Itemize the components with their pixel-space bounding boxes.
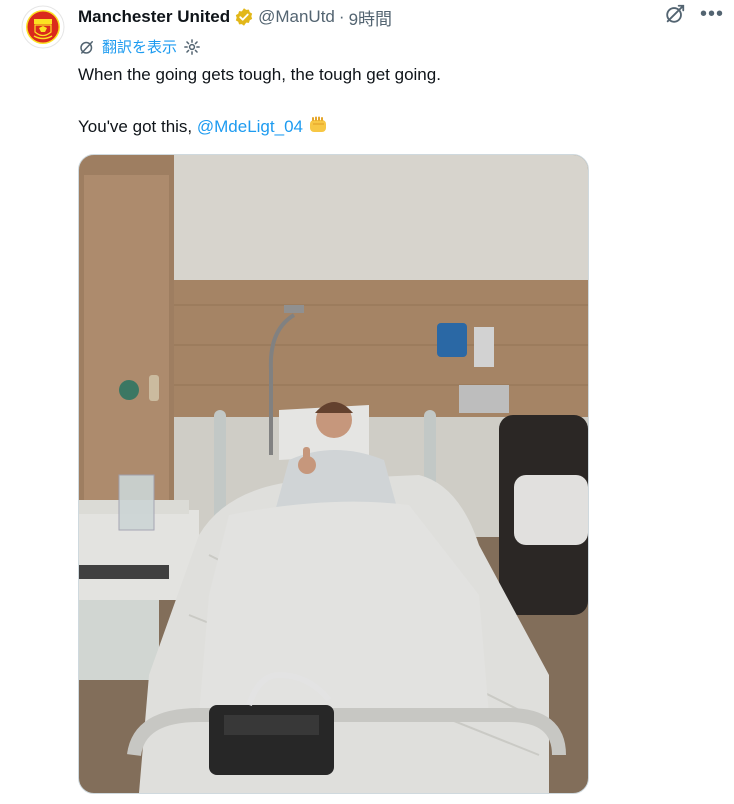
separator-dot: · xyxy=(338,7,345,26)
post-timestamp[interactable]: 9時間 xyxy=(349,5,392,30)
more-icon[interactable]: ••• xyxy=(700,4,724,24)
post-image[interactable] xyxy=(78,154,589,794)
author-handle[interactable]: @ManUtd xyxy=(258,7,335,27)
post-text: When the going gets tough, the tough get… xyxy=(78,62,698,140)
translate-icon xyxy=(80,40,93,54)
grok-icon[interactable] xyxy=(664,3,686,25)
post-header: Manchester United @ManUtd · 9時間 xyxy=(78,5,714,29)
manutd-crest-logo xyxy=(21,5,65,49)
author-name[interactable]: Manchester United xyxy=(78,7,230,27)
mention-link[interactable]: @MdeLigt_04 xyxy=(197,117,303,136)
fist-emoji-icon xyxy=(307,114,329,136)
gear-icon[interactable] xyxy=(183,38,201,56)
avatar[interactable] xyxy=(21,5,65,49)
translate-label[interactable]: 翻訳を表示 xyxy=(102,36,177,57)
translate-link[interactable]: 翻訳を表示 xyxy=(78,36,201,57)
post-text-line-2: You've got this, @MdeLigt_04 xyxy=(78,114,698,140)
verified-badge-icon[interactable] xyxy=(234,7,254,27)
header-actions: ••• xyxy=(664,3,724,25)
hospital-photo xyxy=(79,155,588,793)
post-text-prefix: You've got this, xyxy=(78,117,197,136)
post-text-line-1: When the going gets tough, the tough get… xyxy=(78,65,441,84)
